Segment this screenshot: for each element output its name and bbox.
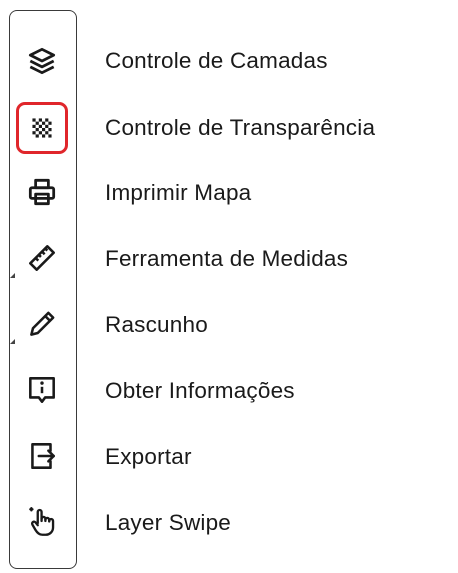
map-toolbar (9, 10, 77, 569)
sketch-label[interactable]: Rascunho (105, 310, 208, 340)
export-tool-button[interactable] (17, 431, 67, 481)
export-icon (31, 443, 55, 469)
ruler-icon (29, 245, 55, 271)
submenu-indicator-icon (10, 273, 15, 278)
printer-icon (28, 178, 56, 206)
pencil-icon (30, 311, 55, 336)
hand-pointer-icon (29, 507, 55, 536)
transparency-label[interactable]: Controle de Transparência (105, 113, 375, 143)
export-label[interactable]: Exportar (105, 442, 192, 472)
info-icon (29, 377, 55, 403)
sketch-tool-button[interactable] (17, 299, 67, 349)
get-info-tool-button[interactable] (17, 365, 67, 415)
layer-swipe-label[interactable]: Layer Swipe (105, 508, 231, 538)
layers-label[interactable]: Controle de Camadas (105, 46, 328, 76)
layers-icon (28, 47, 56, 75)
print-tool-button[interactable] (17, 167, 67, 217)
measure-tool-button[interactable] (17, 233, 67, 283)
transparency-tool-button[interactable] (16, 102, 68, 154)
get-info-label[interactable]: Obter Informações (105, 376, 295, 406)
transparency-checker-icon (32, 118, 52, 138)
layers-tool-button[interactable] (17, 36, 67, 86)
print-label[interactable]: Imprimir Mapa (105, 178, 251, 208)
submenu-indicator-icon (10, 339, 15, 344)
measure-label[interactable]: Ferramenta de Medidas (105, 244, 348, 274)
layer-swipe-tool-button[interactable] (17, 497, 67, 547)
